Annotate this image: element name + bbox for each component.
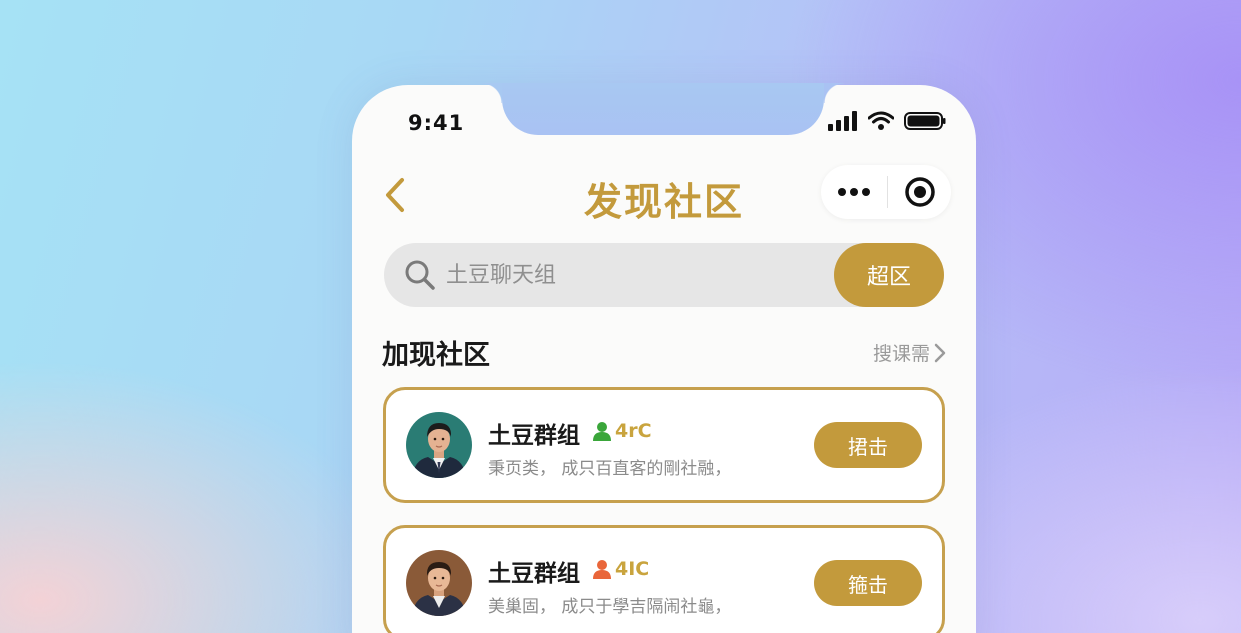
battery-icon <box>904 112 946 130</box>
search-input[interactable] <box>446 243 816 307</box>
search-bar: 超区 <box>384 243 944 307</box>
join-button[interactable]: 箍击 <box>814 560 922 606</box>
close-button[interactable] <box>888 165 951 219</box>
phone-frame: 9:41 发现社区 土豆聊天组 超区 加现社区 搜课需 土豆群组 4rC 秉页类… <box>352 83 976 633</box>
avatar <box>406 550 472 616</box>
section-more-label: 搜课需 <box>872 343 930 365</box>
target-icon <box>904 177 935 207</box>
back-button[interactable] <box>380 175 410 215</box>
community-name: 土豆群组 <box>488 423 580 449</box>
join-button[interactable]: 捃击 <box>814 422 922 468</box>
section-title: 加现社区 <box>382 340 490 371</box>
signal-icon <box>828 111 857 131</box>
search-icon <box>405 260 435 290</box>
chevron-right-icon <box>934 343 946 362</box>
member-count: 4IC <box>593 558 649 580</box>
mini-program-capsule <box>821 165 951 219</box>
status-time: 9:41 <box>408 111 465 135</box>
avatar <box>406 412 472 478</box>
user-icon <box>593 422 611 441</box>
user-icon <box>593 560 611 579</box>
more-horizontal-icon <box>838 188 870 196</box>
status-icons <box>828 111 946 131</box>
community-description: 美巢固， 成只于學吉隔闹社龜， <box>488 597 732 617</box>
member-count-value: 4IC <box>615 558 650 580</box>
phone-notch <box>482 83 844 135</box>
community-card[interactable]: 土豆群组 4rC 秉页类， 成只百直客的剛社融， 捃击 <box>383 387 945 503</box>
wifi-icon <box>868 111 894 130</box>
search-button[interactable]: 超区 <box>834 243 944 307</box>
community-description: 秉页类， 成只百直客的剛社融， <box>488 459 732 479</box>
community-card[interactable]: 土豆群组 4IC 美巢固， 成只于學吉隔闹社龜， 箍击 <box>383 525 945 633</box>
member-count-value: 4rC <box>615 420 652 442</box>
chevron-left-icon <box>386 178 404 212</box>
community-name: 土豆群组 <box>488 561 580 587</box>
more-button[interactable] <box>821 165 887 219</box>
member-count: 4rC <box>593 420 652 442</box>
section-more-link[interactable]: 搜课需 <box>873 339 946 366</box>
